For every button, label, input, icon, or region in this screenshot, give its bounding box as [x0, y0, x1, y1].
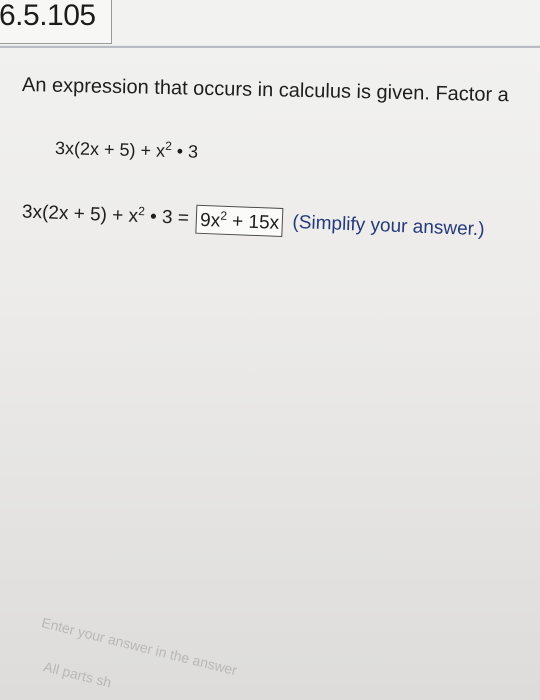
answer-input[interactable]: 9x2 + 15x [195, 204, 284, 238]
answer-row: 3x(2x + 5) + x2 • 3 = 9x2 + 15x (Simplif… [21, 198, 485, 245]
given-expression-tail: • 3 [171, 141, 199, 162]
top-bar: 6.5.105 [0, 0, 540, 45]
answer-lhs-tail: • 3 = [144, 206, 190, 229]
given-expression-base: 3x(2x + 5) + x [54, 138, 166, 161]
answer-value-tail: + 15x [226, 210, 280, 234]
question-prompt: An expression that occurs in calculus is… [21, 74, 510, 107]
problem-number: 6.5.105 [0, 0, 96, 32]
problem-number-box: 6.5.105 [0, 0, 112, 44]
given-expression: 3x(2x + 5) + x2 • 3 [55, 138, 199, 163]
question-panel: An expression that occurs in calculus is… [0, 48, 540, 700]
simplify-hint: (Simplify your answer.) [292, 211, 485, 241]
parts-note: All parts sh [42, 658, 114, 691]
answer-lhs-base: 3x(2x + 5) + x [21, 201, 139, 227]
answer-value-base: 9x [199, 209, 221, 232]
